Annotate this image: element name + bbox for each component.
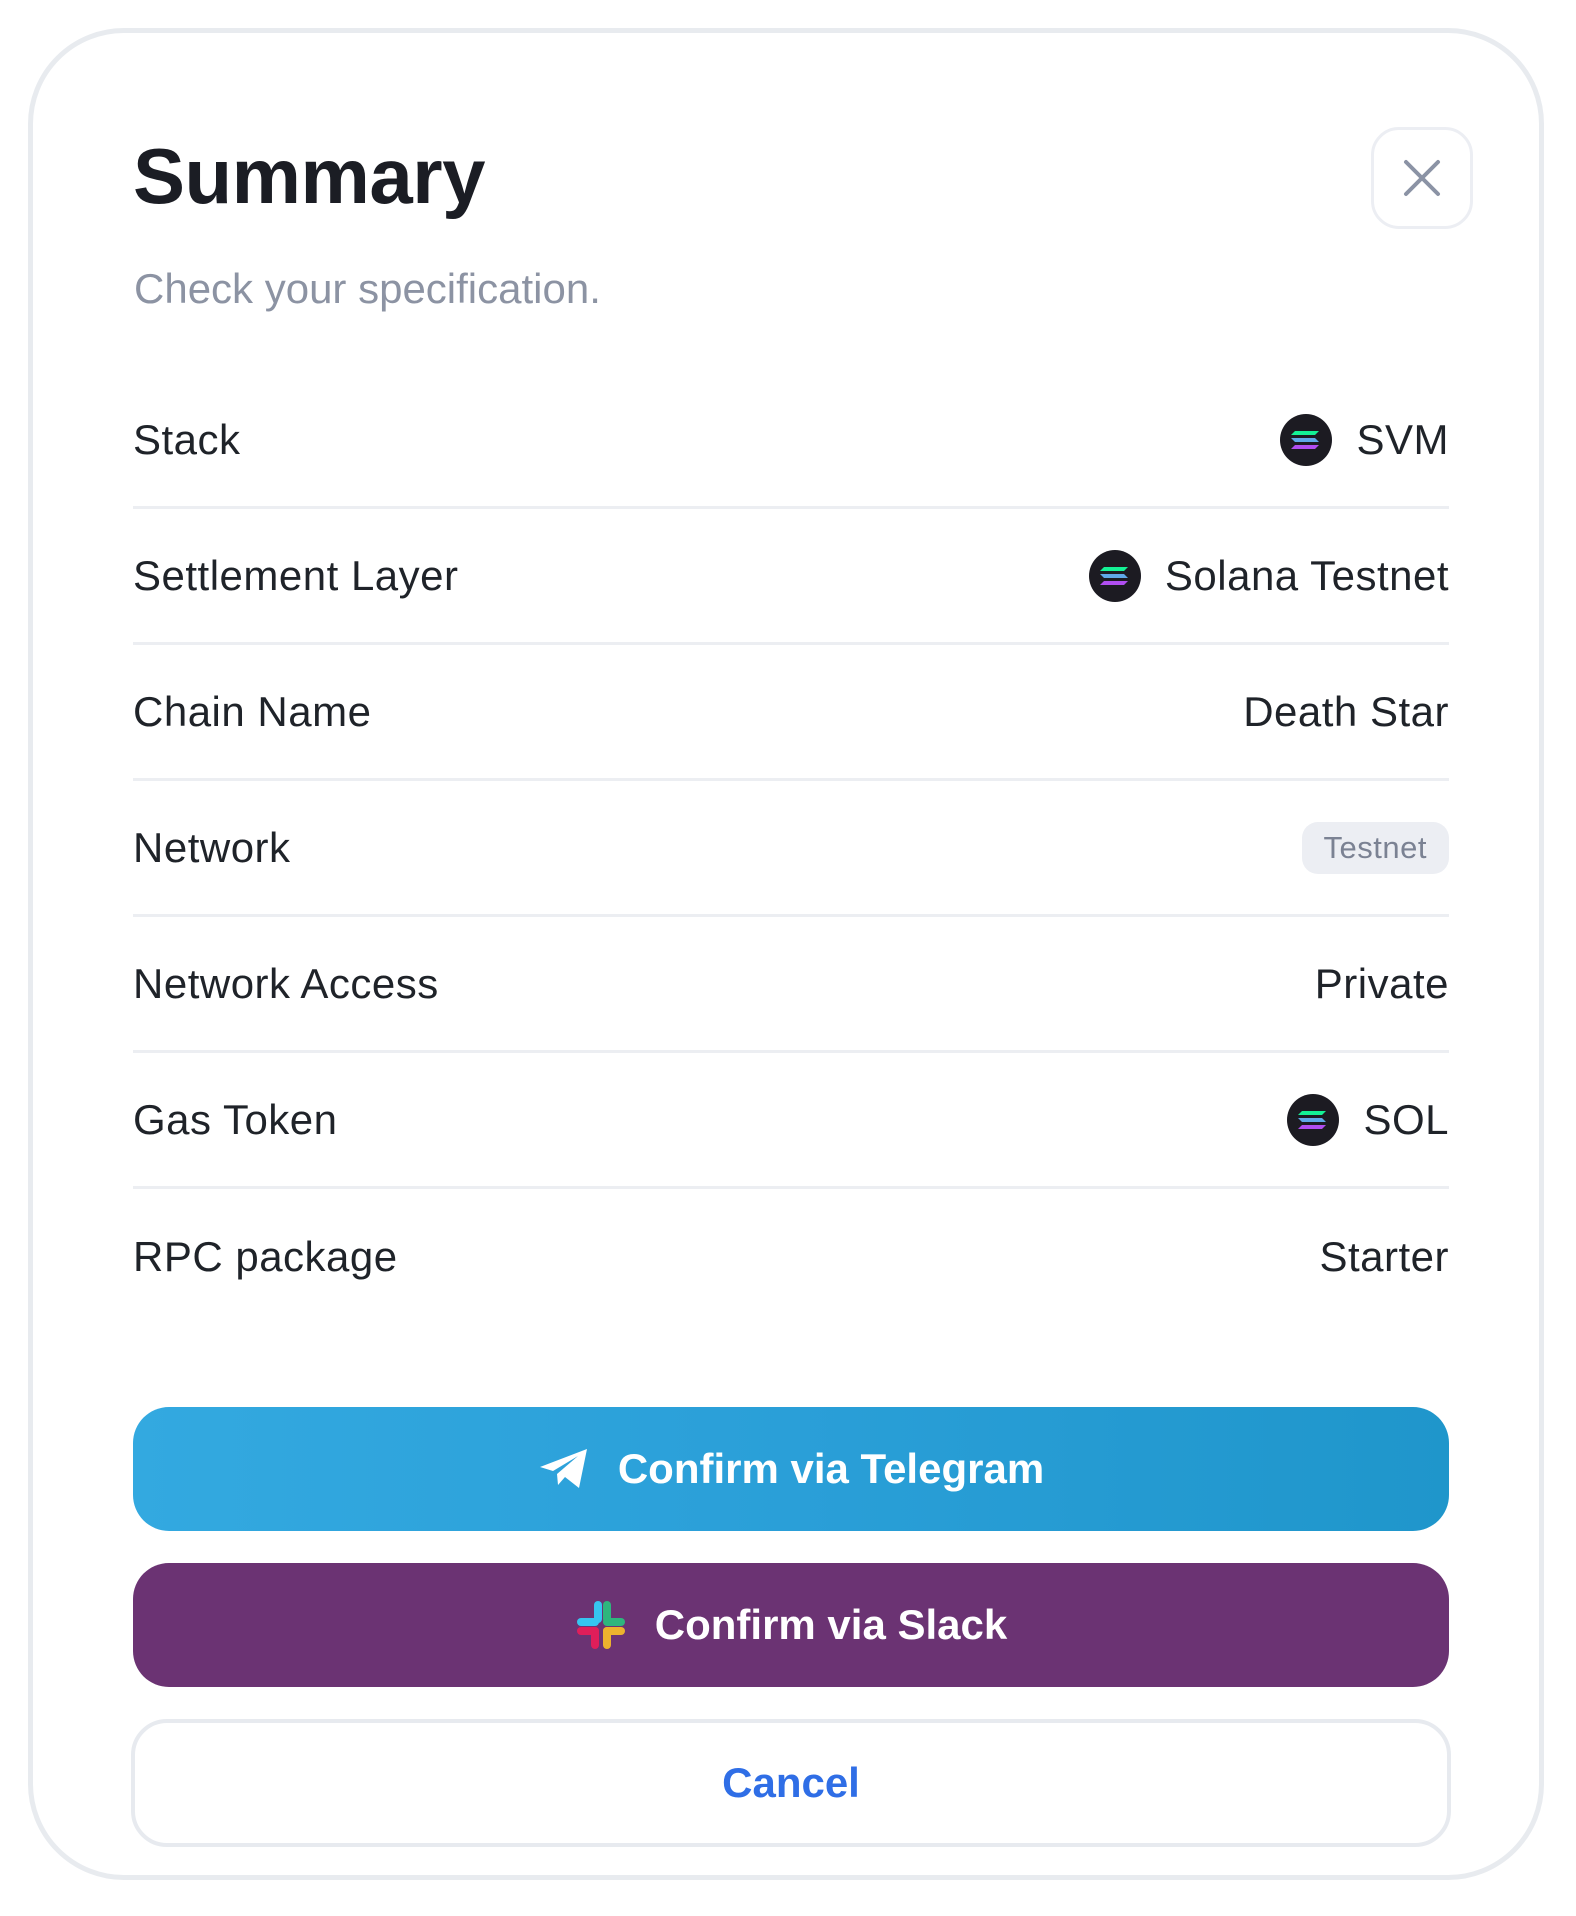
spec-list: Stack SVM Settlement Layer Solana Testne… — [133, 373, 1449, 1325]
spec-value: Testnet — [1301, 821, 1449, 874]
confirm-telegram-label: Confirm via Telegram — [617, 1445, 1045, 1492]
spec-row-rpc-package: RPC package Starter — [133, 1189, 1449, 1325]
cancel-button[interactable]: Cancel — [131, 1719, 1451, 1847]
spec-label: RPC package — [133, 1233, 398, 1280]
network-badge: Testnet — [1301, 821, 1449, 874]
summary-modal: Summary Check your specification. Stack … — [28, 28, 1544, 1880]
solana-icon — [1088, 549, 1141, 602]
spec-value: SOL — [1287, 1093, 1449, 1146]
confirm-slack-button[interactable]: Confirm via Slack — [133, 1563, 1449, 1687]
spec-value-text: Death Star — [1243, 687, 1449, 735]
spec-value-text: SOL — [1363, 1095, 1449, 1143]
spec-value: Death Star — [1243, 688, 1449, 736]
spec-row-network-access: Network Access Private — [133, 917, 1449, 1053]
spec-row-network: Network Testnet — [133, 781, 1449, 917]
spec-value: Starter — [1319, 1233, 1449, 1281]
telegram-icon — [539, 1449, 587, 1488]
solana-icon — [1280, 413, 1333, 466]
modal-subtitle: Check your specification. — [134, 265, 601, 312]
spec-label: Network Access — [133, 959, 439, 1007]
spec-row-chain-name: Chain Name Death Star — [133, 645, 1449, 781]
cancel-label: Cancel — [722, 1759, 860, 1806]
spec-row-gas-token: Gas Token SOL — [133, 1053, 1449, 1189]
slack-icon — [576, 1601, 625, 1649]
spec-value-text: Private — [1314, 959, 1449, 1007]
spec-value-text: SVM — [1356, 415, 1449, 463]
modal-title: Summary — [133, 132, 486, 220]
spec-value: Solana Testnet — [1088, 549, 1449, 602]
close-button[interactable] — [1371, 127, 1473, 229]
confirm-slack-label: Confirm via Slack — [654, 1601, 1008, 1648]
spec-row-settlement-layer: Settlement Layer Solana Testnet — [133, 509, 1449, 645]
spec-label: Gas Token — [133, 1095, 338, 1143]
spec-label: Chain Name — [133, 687, 372, 735]
spec-label: Network — [133, 823, 291, 871]
spec-label: Stack — [133, 415, 241, 463]
spec-value: Private — [1315, 960, 1449, 1008]
spec-label: Settlement Layer — [133, 551, 459, 599]
spec-row-stack: Stack SVM — [133, 373, 1449, 509]
spec-value-text: Solana Testnet — [1164, 551, 1449, 599]
close-icon — [1404, 160, 1440, 196]
confirm-telegram-button[interactable]: Confirm via Telegram — [133, 1407, 1449, 1531]
spec-value: SVM — [1280, 413, 1449, 466]
solana-icon — [1287, 1093, 1340, 1146]
spec-value-text: Starter — [1319, 1233, 1449, 1280]
